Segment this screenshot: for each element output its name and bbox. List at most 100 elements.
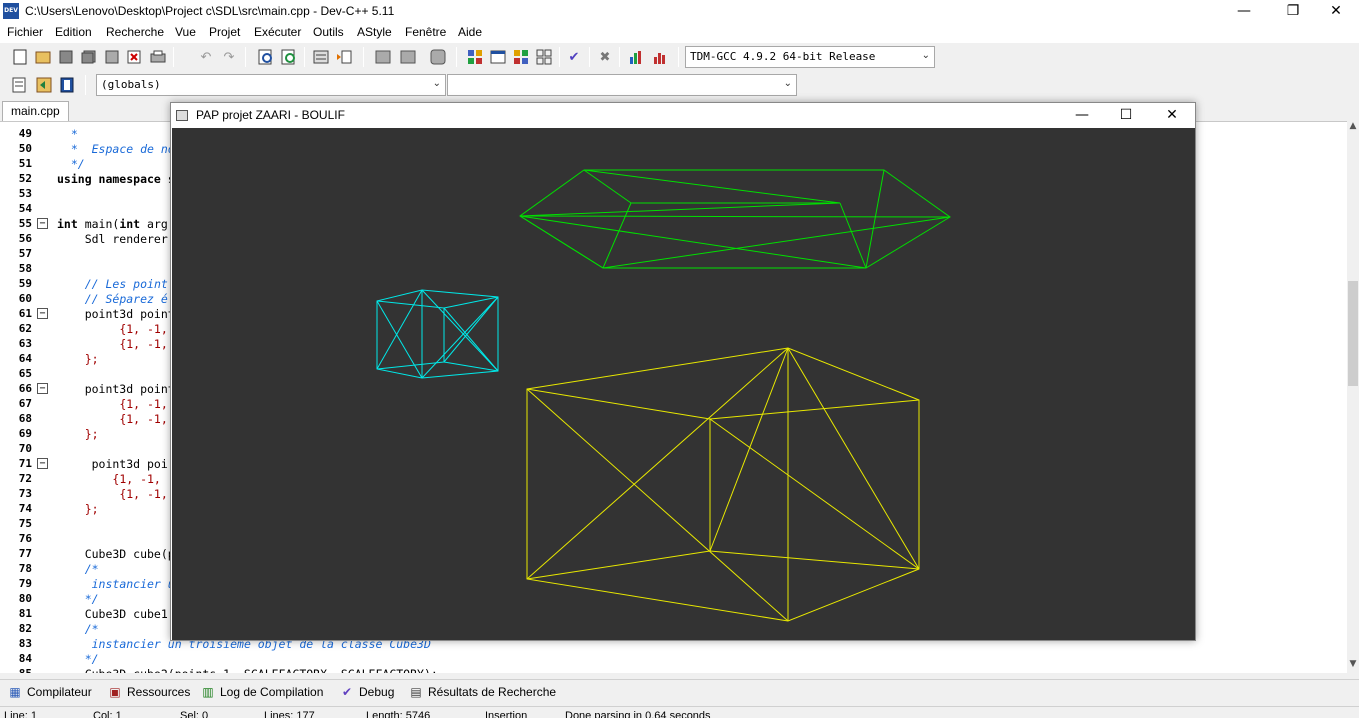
render-canvas[interactable] (172, 128, 1195, 640)
print-icon[interactable] (148, 47, 168, 67)
goto-bookmark-icon[interactable] (57, 75, 77, 95)
save-icon[interactable] (56, 47, 76, 67)
save-all-icon[interactable] (79, 47, 99, 67)
minimize-button[interactable]: — (1221, 0, 1267, 23)
scroll-down-arrow-icon[interactable]: ▼ (1347, 659, 1359, 671)
code-line: Cube3D cube(p (57, 547, 175, 561)
code-line: }; (84, 427, 99, 441)
menu-vue[interactable]: Vue (175, 25, 196, 39)
compile-run-icon[interactable] (511, 47, 531, 67)
maximize-button[interactable]: ❐ (1270, 0, 1316, 23)
insert-icon[interactable] (10, 75, 30, 95)
fold-toggle-icon[interactable]: − (37, 458, 48, 469)
line-number: 64 (18, 352, 32, 365)
line-number: 84 (18, 652, 32, 665)
code-line: */ (84, 652, 99, 666)
status-lines: Lines: 177 (264, 710, 315, 718)
scrollbar-thumb[interactable] (1348, 281, 1358, 386)
menu-astyle[interactable]: AStyle (357, 25, 392, 39)
vertical-scrollbar[interactable]: ▲ ▼ (1347, 121, 1359, 673)
indent-icon[interactable] (334, 47, 354, 67)
line-number: 63 (18, 337, 32, 350)
line-number: 70 (18, 442, 32, 455)
code-line: * (70, 127, 78, 141)
resources-icon: ▣ (109, 685, 121, 699)
menu-aide[interactable]: Aide (458, 25, 482, 39)
code-line: // Les point (84, 277, 168, 291)
code-line: point3d point (57, 382, 175, 396)
line-number: 59 (18, 277, 32, 290)
window-title: C:\Users\Lenovo\Desktop\Project c\SDL\sr… (25, 4, 395, 18)
close-file-icon[interactable] (102, 47, 122, 67)
stop-icon[interactable]: ✖ (595, 47, 615, 67)
sdl-minimize-button[interactable]: — (1059, 103, 1105, 128)
tab-label: Log de Compilation (220, 685, 324, 699)
code-line: // Séparez é (84, 292, 168, 306)
code-line: /* (84, 562, 99, 576)
status-bar: Line: 1 Col: 1 Sel: 0 Lines: 177 Length:… (0, 706, 1359, 718)
delete-profile-icon[interactable] (650, 47, 670, 67)
compile-icon[interactable] (465, 47, 485, 67)
scope-select[interactable]: (globals) ⌄ (96, 74, 446, 96)
new-file-icon[interactable] (10, 47, 30, 67)
fold-toggle-icon[interactable]: − (37, 218, 48, 229)
rebuild-all-icon[interactable] (534, 47, 554, 67)
status-sel: Sel: 0 (180, 710, 209, 718)
code-line: {1, -1, (119, 322, 168, 336)
redo-icon[interactable]: ↷ (219, 47, 239, 67)
profile-chart-icon[interactable] (626, 47, 646, 67)
code-line: Cube3D cube2(points_1, SCALEFACTORX, SCA… (57, 667, 438, 673)
sdl-maximize-button[interactable]: ☐ (1103, 103, 1149, 128)
compiler-select[interactable]: TDM-GCC 4.9.2 64-bit Release ⌄ (685, 46, 935, 68)
tab-resultats-recherche[interactable]: ▤ Résultats de Recherche (408, 683, 556, 701)
line-number: 58 (18, 262, 32, 275)
wireframe-scene (376, 169, 951, 622)
tab-compilateur[interactable]: ▦ Compilateur (7, 683, 91, 701)
tab-debug[interactable]: ✔ Debug (339, 683, 394, 701)
check-icon: ✔ (341, 685, 353, 699)
project-options-icon[interactable] (428, 47, 448, 67)
line-number: 74 (18, 502, 32, 515)
line-number: 78 (18, 562, 32, 575)
fold-toggle-icon[interactable]: − (37, 383, 48, 394)
menu-edition[interactable]: Edition (55, 25, 92, 39)
menu-fenetre[interactable]: Fenêtre (405, 25, 446, 39)
tab-ressources[interactable]: ▣ Ressources (107, 683, 190, 701)
line-number: 83 (18, 637, 32, 650)
code-line: * Espace de no (70, 142, 175, 156)
run-icon[interactable] (488, 47, 508, 67)
find-icon[interactable] (256, 47, 276, 67)
member-select[interactable]: ⌄ (447, 74, 797, 96)
undo-icon[interactable]: ↶ (196, 47, 216, 67)
add-to-project-icon[interactable] (373, 47, 393, 67)
status-line: Line: 1 (4, 710, 38, 718)
tab-log-compilation[interactable]: ▥ Log de Compilation (200, 683, 323, 701)
chevron-down-icon: ⌄ (432, 78, 441, 89)
tab-label: Résultats de Recherche (428, 685, 557, 699)
menu-executer[interactable]: Exécuter (254, 25, 301, 39)
tab-main-cpp[interactable]: main.cpp (2, 101, 69, 121)
replace-icon[interactable] (279, 47, 299, 67)
open-file-icon[interactable] (33, 47, 53, 67)
menu-projet[interactable]: Projet (209, 25, 240, 39)
sdl-close-button[interactable]: ✕ (1149, 103, 1195, 128)
compiler-icon: ▦ (9, 685, 21, 699)
sdl-title-bar[interactable]: PAP projet ZAARI - BOULIF — ☐ ✕ (171, 103, 1195, 128)
scroll-up-arrow-icon[interactable]: ▲ (1347, 121, 1359, 133)
line-number: 81 (18, 607, 32, 620)
menu-fichier[interactable]: Fichier (7, 25, 43, 39)
remove-from-project-icon[interactable] (398, 47, 418, 67)
code-line: }; (84, 502, 99, 516)
fold-toggle-icon[interactable]: − (37, 308, 48, 319)
compiler-select-value: TDM-GCC 4.9.2 64-bit Release (690, 50, 876, 63)
toggle-bookmark-icon[interactable] (34, 75, 54, 95)
sdl-window[interactable]: PAP projet ZAARI - BOULIF — ☐ ✕ (170, 102, 1196, 641)
line-number: 65 (18, 367, 32, 380)
close-all-icon[interactable] (125, 47, 145, 67)
syntax-check-icon[interactable]: ✔ (564, 47, 584, 67)
menu-outils[interactable]: Outils (313, 25, 344, 39)
close-button[interactable]: ✕ (1313, 0, 1359, 23)
goto-line-icon[interactable] (311, 47, 331, 67)
menu-recherche[interactable]: Recherche (106, 25, 164, 39)
code-line: Cube3D cube1 (57, 607, 168, 621)
